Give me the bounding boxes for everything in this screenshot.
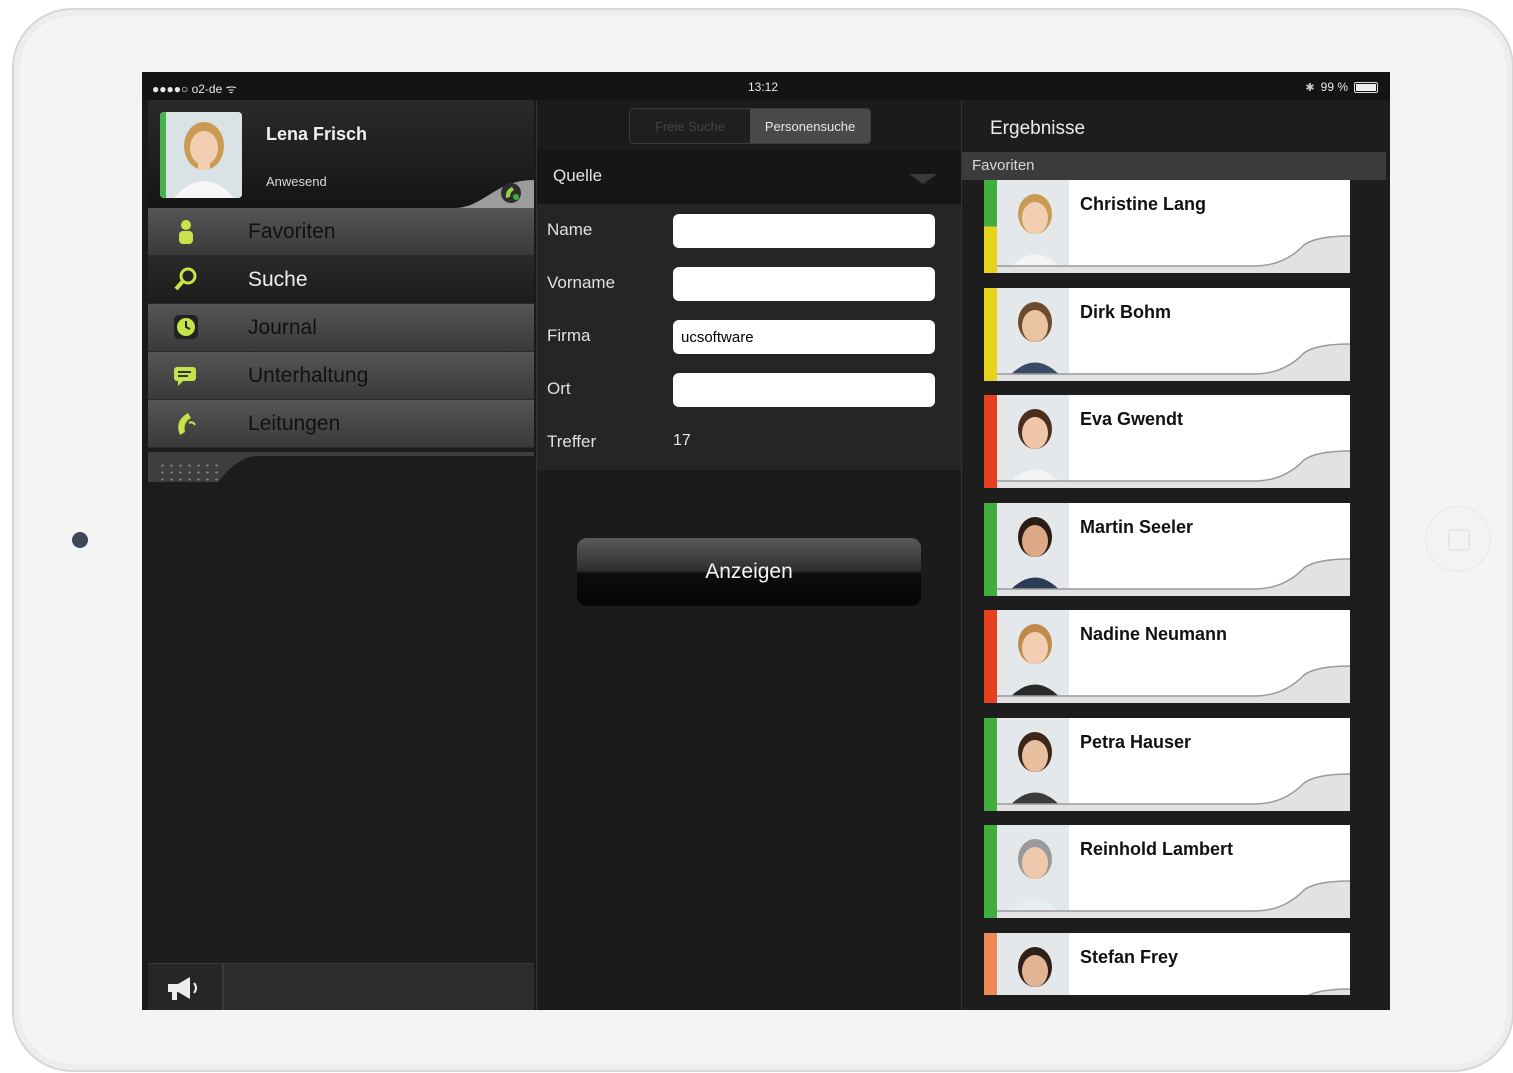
- results-title: Ergebnisse: [990, 118, 1086, 139]
- card-swoosh: [997, 450, 1350, 488]
- profile-swoosh: [454, 180, 534, 208]
- battery-label: 99 %: [1320, 80, 1348, 94]
- hits-label: Treffer: [547, 432, 597, 451]
- status-bar: ●●●●○ o2-de ᯤ 13:12 ✱ 99 %: [142, 72, 1390, 100]
- source-selector[interactable]: Quelle: [537, 150, 961, 204]
- contact-name: Dirk Bohm: [1080, 301, 1172, 322]
- results-panel: Ergebnisse Favoriten Christine Lang Dirk …: [962, 100, 1390, 1010]
- search-form: Name Vorname Firma Ort Treffer 17: [537, 204, 961, 470]
- hits-row: Treffer 17: [537, 416, 961, 469]
- field-label: Ort: [547, 379, 571, 398]
- search-panel: Freie Suche Personensuche Quelle Name Vo…: [536, 100, 962, 1010]
- contact-name: Stefan Frey: [1080, 946, 1179, 967]
- search-mode-segmented-control: Freie Suche Personensuche: [629, 108, 871, 144]
- menu-footer: [148, 452, 534, 492]
- avatar: [160, 112, 242, 198]
- home-button[interactable]: [1425, 506, 1491, 572]
- app-screen: ●●●●○ o2-de ᯤ 13:12 ✱ 99 % Lena Frisch A…: [142, 72, 1390, 1010]
- menu-label: Favoriten: [248, 220, 336, 243]
- user-name: Lena Frisch: [266, 124, 368, 144]
- menu-item-unterhaltung[interactable]: Unterhaltung: [148, 352, 534, 400]
- chevron-down-icon: [909, 174, 937, 184]
- ort-input[interactable]: [673, 373, 935, 407]
- menu-label: Leitungen: [248, 412, 341, 435]
- presence-strip: [160, 112, 166, 198]
- contact-name: Martin Seeler: [1080, 516, 1194, 537]
- show-results-button[interactable]: Anzeigen: [577, 538, 921, 606]
- search-icon: [174, 267, 197, 291]
- contact-name: Eva Gwendt: [1080, 409, 1184, 429]
- tab-personensuche[interactable]: Personensuche: [750, 109, 870, 143]
- clock-icon: [174, 315, 198, 339]
- name-input[interactable]: [673, 214, 935, 248]
- carrier-label: ●●●●○ o2-de ᯤ: [152, 82, 237, 96]
- contact-name: Nadine Neumann: [1080, 624, 1228, 644]
- results-list: Christine Lang Dirk Bohm Eva Gwendt Martin …: [984, 180, 1350, 995]
- clock: 13:12: [748, 80, 779, 94]
- card-swoosh: [997, 880, 1350, 918]
- tab-freie-suche[interactable]: Freie Suche: [630, 109, 750, 143]
- field-label: Firma: [547, 326, 591, 345]
- firma-input[interactable]: [673, 320, 935, 354]
- menu-label: Unterhaltung: [248, 364, 369, 387]
- battery-indicator: ✱ 99 %: [1305, 80, 1378, 94]
- hits-count: 17: [673, 432, 691, 449]
- battery-icon: [1354, 81, 1378, 93]
- user-profile[interactable]: Lena Frisch Anwesend: [148, 100, 534, 208]
- field-row-name: Name: [537, 204, 961, 257]
- announcement-field[interactable]: [222, 964, 534, 1010]
- results-section-header: Favoriten: [962, 152, 1386, 180]
- card-swoosh: [997, 557, 1350, 596]
- megaphone-icon[interactable]: [164, 974, 204, 1002]
- result-card[interactable]: Dirk Bohm: [984, 287, 1350, 381]
- source-label: Quelle: [553, 166, 603, 185]
- contact-name: Petra Hauser: [1080, 731, 1192, 752]
- sidebar: Lena Frisch Anwesend Favoriten Suche Jou…: [148, 100, 534, 1010]
- main-menu: Favoriten Suche Journal Unterhaltung Lei…: [148, 208, 534, 448]
- field-label: Name: [547, 220, 593, 239]
- result-card[interactable]: Reinhold Lambert: [984, 825, 1350, 918]
- card-swoosh: [997, 342, 1350, 381]
- bluetooth-icon: ✱: [1305, 81, 1315, 94]
- announcement-bar: [148, 963, 534, 1010]
- result-card[interactable]: Stefan Frey: [984, 932, 1350, 995]
- camera-dot: [72, 532, 88, 548]
- result-card[interactable]: Christine Lang: [984, 180, 1350, 273]
- phone-icon[interactable]: [500, 182, 522, 204]
- menu-item-favoriten[interactable]: Favoriten: [148, 208, 534, 256]
- result-card[interactable]: Eva Gwendt: [984, 395, 1350, 488]
- menu-label: Journal: [248, 316, 317, 339]
- menu-label: Suche: [248, 268, 308, 291]
- card-swoosh: [1306, 987, 1350, 995]
- menu-item-suche[interactable]: Suche: [148, 256, 534, 304]
- contact-name: Christine Lang: [1080, 194, 1207, 214]
- result-card[interactable]: Nadine Neumann: [984, 610, 1350, 703]
- result-card[interactable]: Petra Hauser: [984, 717, 1350, 811]
- chat-icon: [174, 367, 196, 386]
- card-swoosh: [997, 235, 1350, 273]
- section-label: Favoriten: [972, 157, 1035, 174]
- vorname-input[interactable]: [673, 267, 935, 301]
- field-label: Vorname: [547, 273, 616, 292]
- drag-handle[interactable]: [158, 462, 218, 482]
- field-row-firma: Firma: [537, 310, 961, 363]
- menu-item-leitungen[interactable]: Leitungen: [148, 400, 534, 448]
- field-row-ort: Ort: [537, 363, 961, 416]
- person-icon: [179, 220, 193, 244]
- menu-item-journal[interactable]: Journal: [148, 304, 534, 352]
- user-status: Anwesend: [266, 174, 327, 189]
- result-card[interactable]: Martin Seeler: [984, 502, 1350, 596]
- card-swoosh: [997, 772, 1350, 811]
- phone-icon: [178, 413, 196, 435]
- field-row-vorname: Vorname: [537, 257, 961, 310]
- contact-name: Reinhold Lambert: [1080, 839, 1234, 859]
- card-swoosh: [997, 665, 1350, 703]
